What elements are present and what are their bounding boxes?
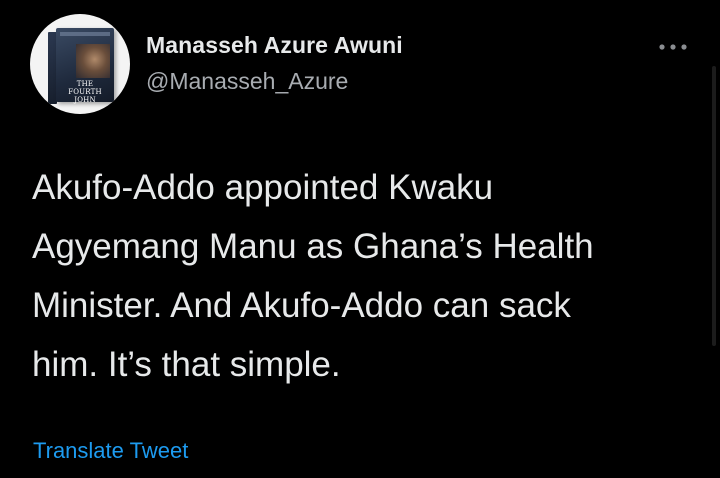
author-handle[interactable]: @Manasseh_Azure	[146, 68, 348, 95]
more-dots-icon	[659, 44, 687, 50]
tweet-text-line: him. It’s that simple.	[32, 345, 341, 384]
tweet-text: Akufo-Addo appointed Kwaku Agyemang Manu…	[32, 158, 692, 394]
book-photo	[76, 44, 110, 78]
more-options-button[interactable]	[656, 38, 690, 56]
author-name[interactable]: Manasseh Azure Awuni	[146, 32, 403, 59]
translate-tweet-link[interactable]: Translate Tweet	[33, 438, 188, 464]
book-cover-avatar-icon: THE FOURTH JOHN	[56, 28, 114, 104]
tweet-text-line: Agyemang Manu as Ghana’s Health	[32, 227, 594, 266]
book-title-text: THE FOURTH JOHN	[68, 80, 102, 104]
tweet-text-line: Minister. And Akufo-Addo can sack	[32, 286, 571, 325]
avatar[interactable]: THE FOURTH JOHN	[30, 14, 130, 114]
scrollbar[interactable]	[712, 66, 716, 346]
book-top-band	[60, 32, 110, 36]
tweet-text-line: Akufo-Addo appointed Kwaku	[32, 168, 494, 207]
tweet-card: THE FOURTH JOHN Manasseh Azure Awuni @Ma…	[0, 0, 720, 478]
